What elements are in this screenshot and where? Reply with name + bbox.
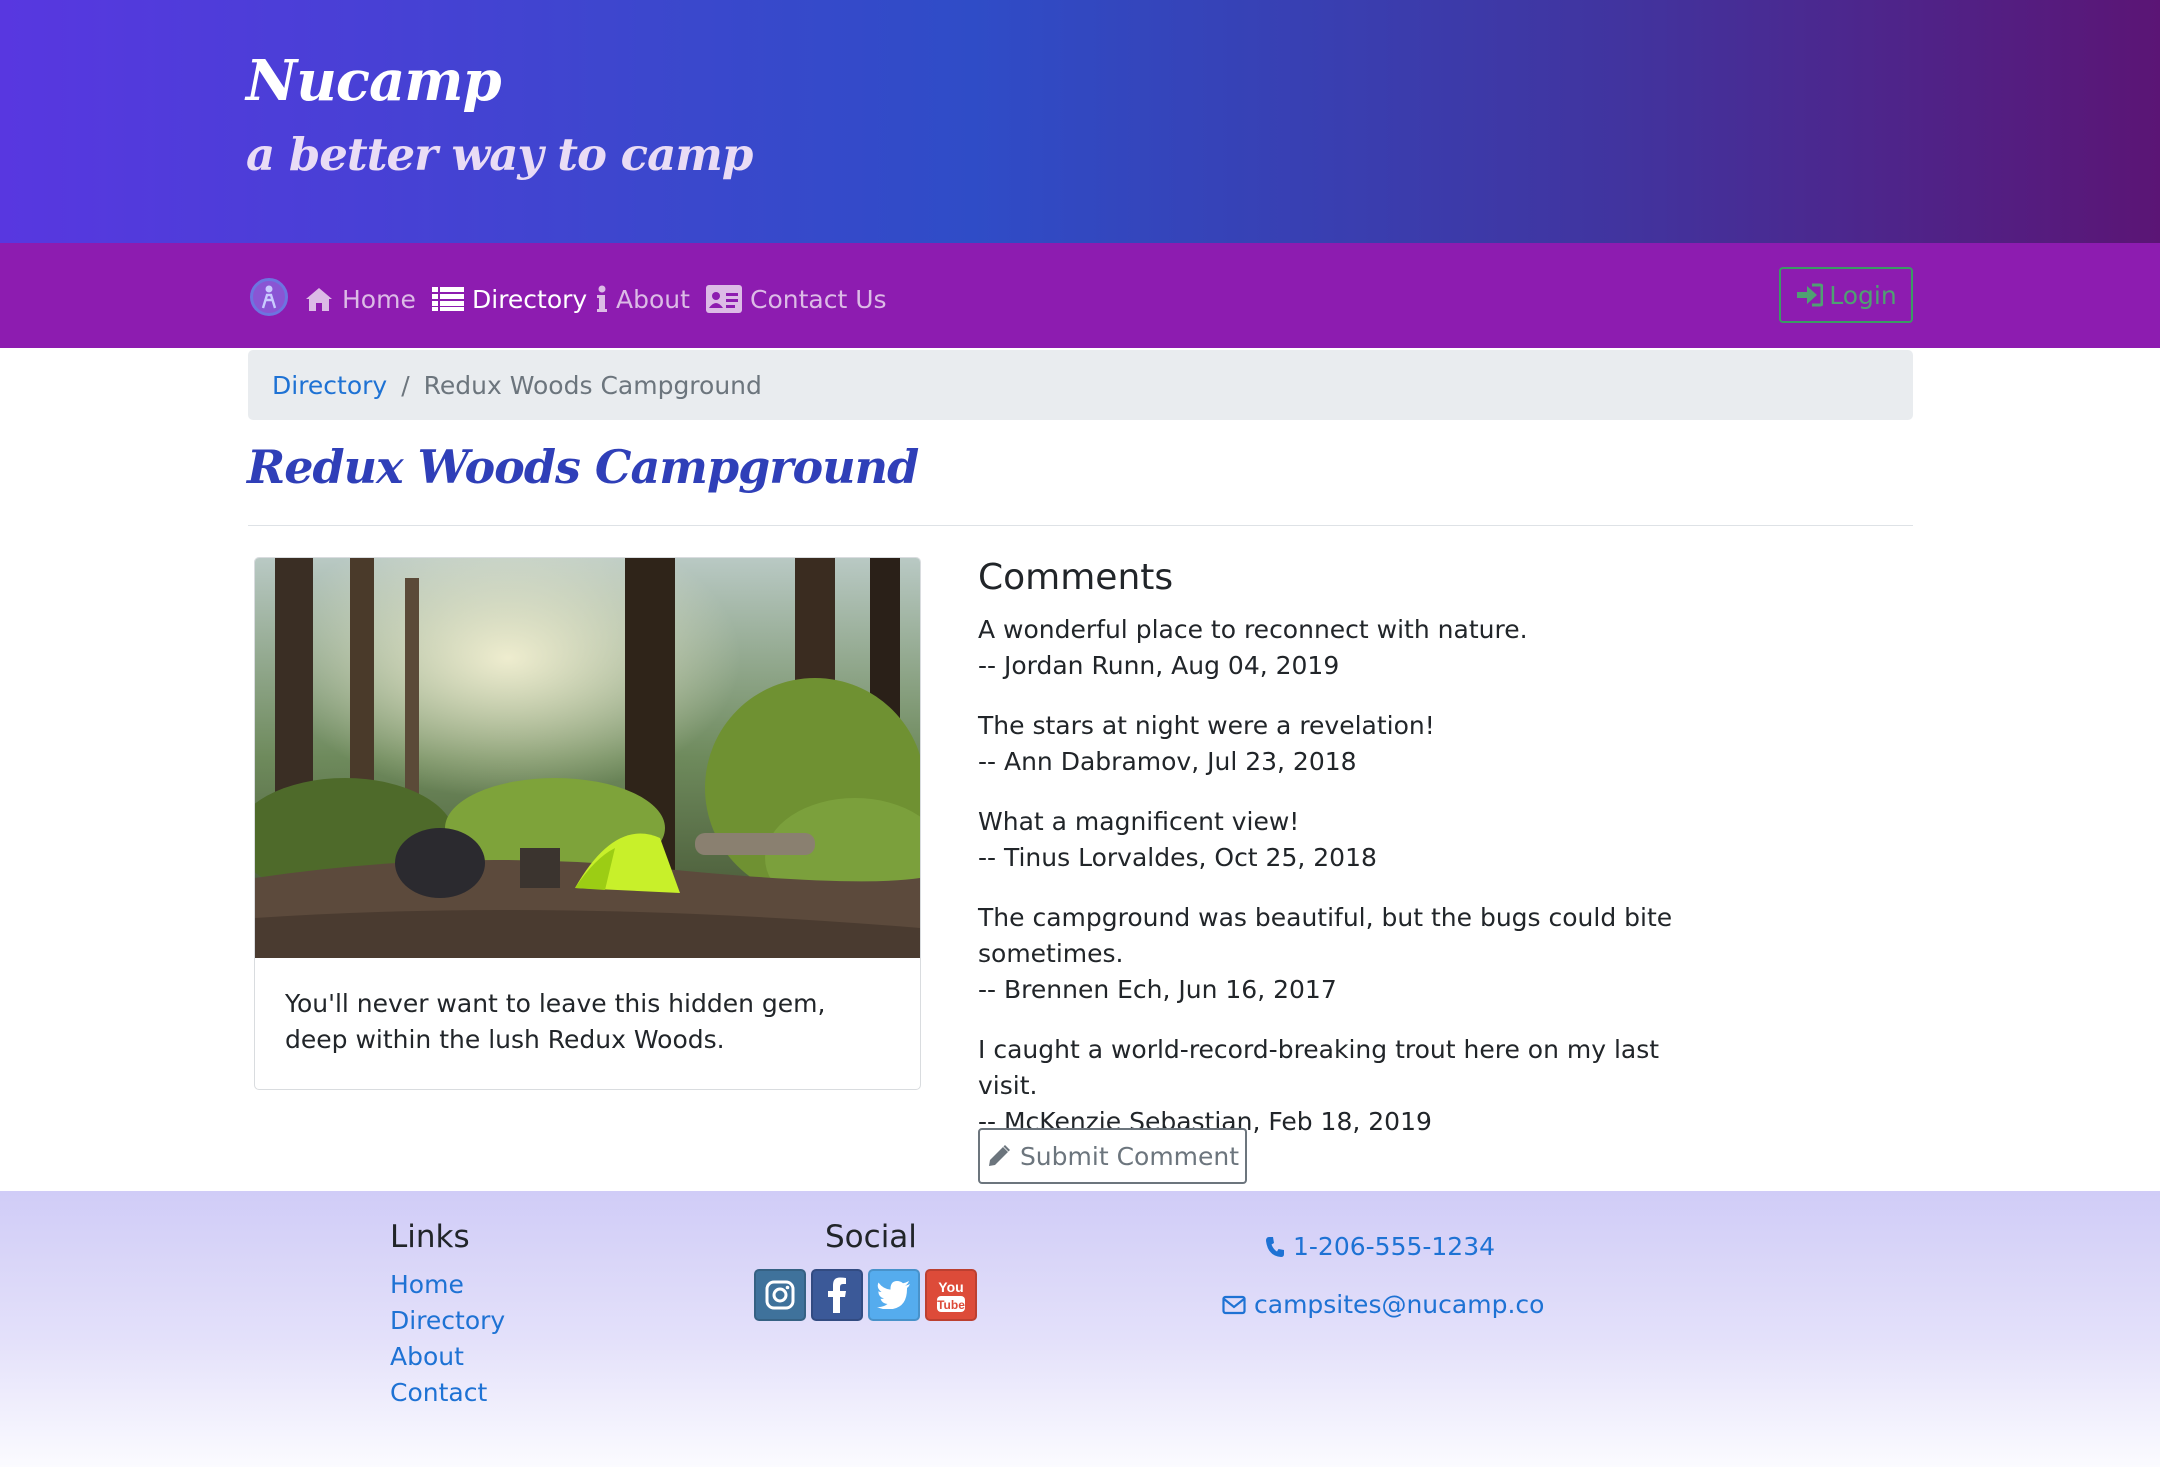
footer-link-about[interactable]: About [390, 1342, 464, 1371]
comment-item: A wonderful place to reconnect with natu… [978, 612, 1698, 684]
nav-about-label: About [616, 284, 690, 314]
comment-text: The stars at night were a revelation! [978, 711, 1435, 740]
comment-item: The campground was beautiful, but the bu… [978, 900, 1698, 1008]
campsite-card: You'll never want to leave this hidden g… [254, 557, 921, 1090]
instagram-icon [765, 1280, 795, 1310]
youtube-icon: You Tube [937, 1279, 965, 1312]
facebook-icon [828, 1277, 846, 1313]
nav-directory[interactable]: Directory [432, 279, 587, 319]
footer-links-heading: Links [390, 1219, 470, 1255]
email-address: campsites@nucamp.co [1254, 1290, 1545, 1319]
sign-in-icon [1795, 283, 1824, 307]
comment-byline: -- Brennen Ech, Jun 16, 2017 [978, 975, 1337, 1004]
comment-item: The stars at night were a revelation! --… [978, 708, 1698, 780]
navbar: Home Directory About Contact Us Login [0, 243, 2160, 348]
comment-text: The campground was beautiful, but the bu… [978, 903, 1673, 968]
comment-item: I caught a world-record-breaking trout h… [978, 1032, 1698, 1140]
comment-text: I caught a world-record-breaking trout h… [978, 1035, 1660, 1100]
address-card-icon [706, 285, 742, 313]
login-button[interactable]: Login [1779, 267, 1913, 323]
nav-contact-label: Contact Us [750, 284, 887, 314]
svg-text:You: You [938, 1279, 963, 1295]
page-title: Redux Woods Campground [247, 440, 919, 494]
facebook-button[interactable] [811, 1269, 863, 1321]
footer-social-heading: Social [825, 1219, 917, 1255]
breadcrumb-separator: / [401, 370, 410, 400]
comment-byline: -- Ann Dabramov, Jul 23, 2018 [978, 747, 1357, 776]
footer [0, 1191, 2160, 1467]
site-tagline: a better way to camp [246, 128, 753, 181]
breadcrumb-current: Redux Woods Campground [423, 370, 762, 400]
info-icon [596, 285, 608, 313]
nav-contact[interactable]: Contact Us [706, 279, 887, 319]
envelope-icon [1222, 1295, 1246, 1315]
comment-byline: -- Tinus Lorvaldes, Oct 25, 2018 [978, 843, 1377, 872]
campsite-image [255, 558, 920, 958]
twitter-button[interactable] [868, 1269, 920, 1321]
youtube-button[interactable]: You Tube [925, 1269, 977, 1321]
comments-heading: Comments [978, 557, 1174, 598]
instagram-button[interactable] [754, 1269, 806, 1321]
nav-home-label: Home [342, 284, 416, 314]
site-title: Nucamp [246, 48, 502, 114]
submit-comment-label: Submit Comment [1019, 1141, 1240, 1171]
svg-text:Tube: Tube [937, 1298, 965, 1312]
comment-byline: -- Jordan Runn, Aug 04, 2019 [978, 651, 1340, 680]
nav-directory-label: Directory [472, 284, 588, 314]
footer-phone[interactable]: 1-206-555-1234 [1265, 1232, 1495, 1261]
phone-number: 1-206-555-1234 [1293, 1232, 1496, 1261]
submit-comment-button[interactable]: Submit Comment [978, 1128, 1247, 1184]
nav-home[interactable]: Home [304, 279, 416, 319]
breadcrumb-directory-link[interactable]: Directory [272, 371, 387, 400]
footer-link-directory[interactable]: Directory [390, 1306, 505, 1335]
pencil-icon [986, 1143, 1012, 1169]
footer-link-home[interactable]: Home [390, 1270, 464, 1299]
footer-email[interactable]: campsites@nucamp.co [1222, 1290, 1544, 1319]
home-icon [304, 286, 334, 312]
comment-text: What a magnificent view! [978, 807, 1300, 836]
campsite-description: You'll never want to leave this hidden g… [285, 989, 826, 1054]
footer-link-contact[interactable]: Contact [390, 1378, 487, 1407]
list-icon [432, 286, 464, 312]
phone-icon [1265, 1236, 1285, 1258]
title-divider [248, 525, 1913, 526]
brand-logo-icon[interactable] [250, 278, 288, 316]
breadcrumb: Directory / Redux Woods Campground [248, 350, 1913, 420]
twitter-icon [877, 1281, 910, 1309]
comment-text: A wonderful place to reconnect with natu… [978, 615, 1528, 644]
header-jumbotron: Nucamp a better way to camp [0, 0, 2160, 243]
nav-about[interactable]: About [596, 279, 690, 319]
login-label: Login [1829, 280, 1897, 310]
comment-item: What a magnificent view! -- Tinus Lorval… [978, 804, 1698, 876]
